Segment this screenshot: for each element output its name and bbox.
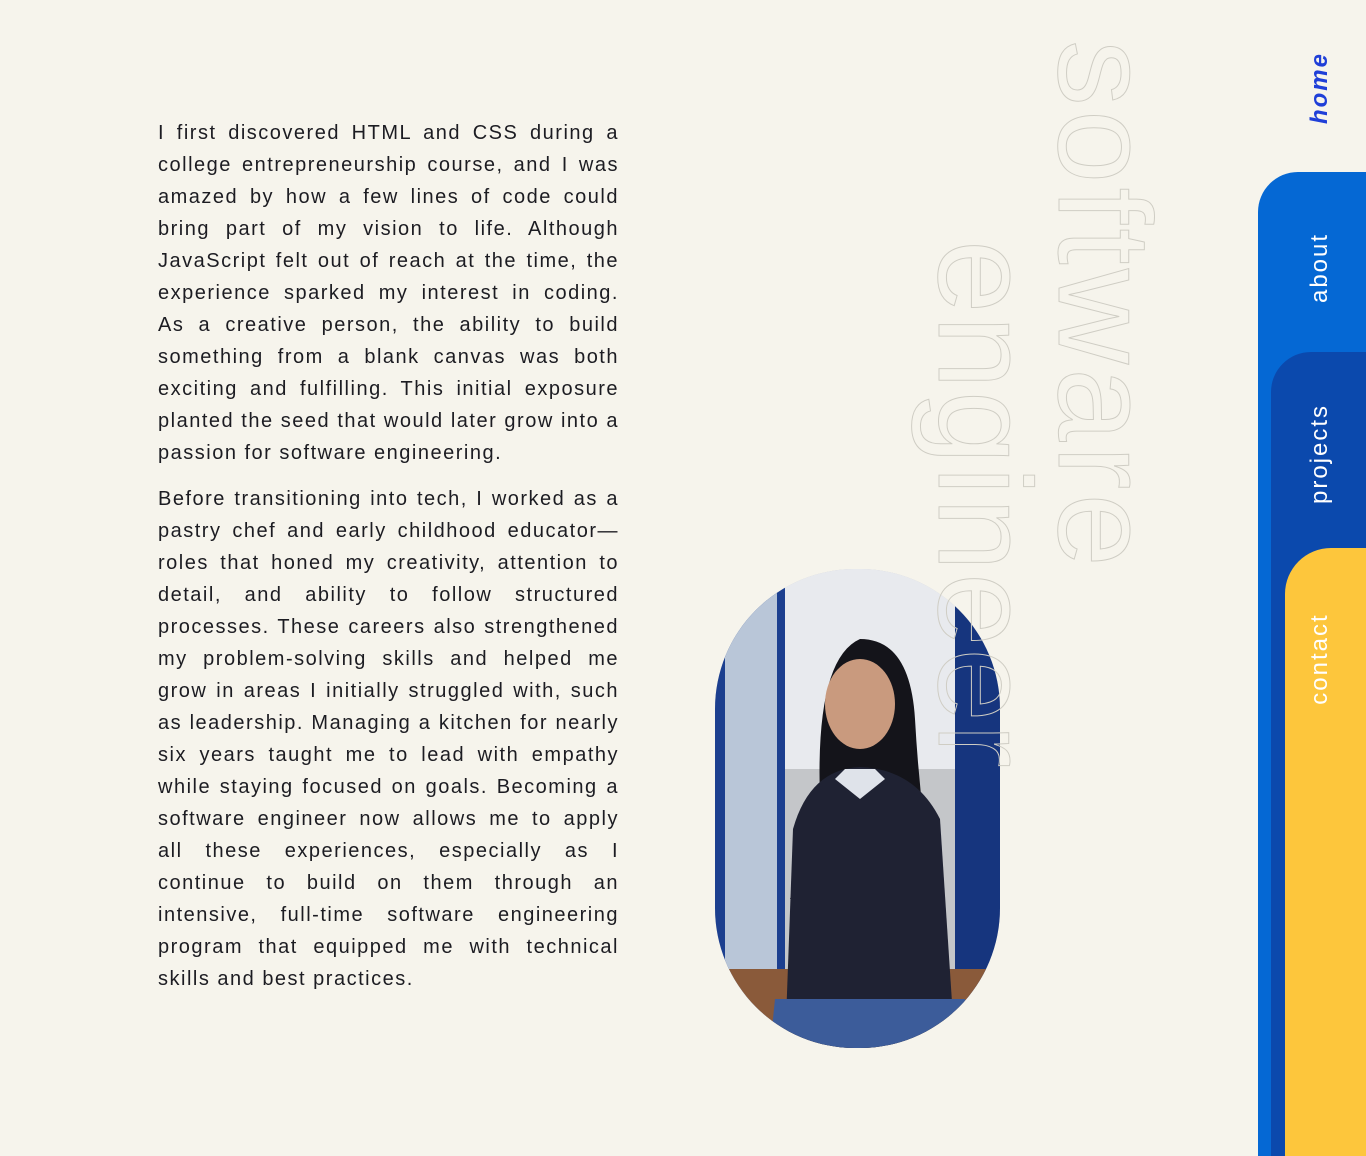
nav-home-link[interactable]: home [1306, 52, 1334, 124]
heading-engineer: engineer [911, 240, 1059, 771]
about-text: I first discovered HTML and CSS during a… [158, 117, 619, 1009]
about-paragraph-1: I first discovered HTML and CSS during a… [158, 122, 619, 464]
nav-contact-link[interactable]: contact [1306, 613, 1334, 704]
side-nav [1258, 0, 1366, 1156]
about-paragraph-2: Before transitioning into tech, I worked… [158, 488, 619, 990]
nav-about-link[interactable]: about [1306, 233, 1334, 303]
nav-projects-link[interactable]: projects [1306, 404, 1334, 504]
